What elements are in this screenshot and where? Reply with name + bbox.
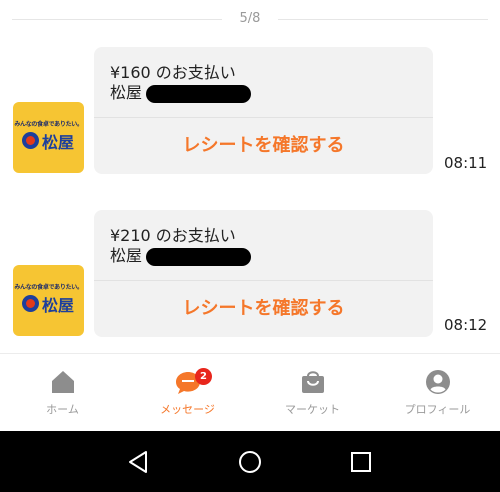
tab-label: プロフィール (404, 403, 471, 416)
store-name: 松屋 (110, 246, 433, 266)
payment-bubble: ¥160 のお支払い 松屋 レシートを確認する (94, 47, 433, 174)
logo-tagline: みんなの食卓でありたい。 (14, 284, 83, 291)
logo-text: 松屋 (42, 133, 75, 152)
system-nav-bar (0, 431, 500, 492)
bottom-tab-bar: ホーム 2 メッセージ マーケット プロフィール (0, 353, 500, 431)
separator-line-right (278, 19, 488, 20)
redaction-mark (146, 248, 251, 266)
profile-icon (426, 370, 450, 394)
store-avatar[interactable]: みんなの食卓でありたい。 松屋 (13, 102, 84, 173)
view-receipt-button[interactable]: レシートを確認する (94, 281, 433, 337)
home-circle-icon[interactable] (235, 447, 265, 477)
tab-home[interactable]: ホーム (0, 354, 125, 432)
payment-amount: ¥210 のお支払い (110, 226, 236, 245)
logo-mark-icon (22, 295, 39, 312)
recents-icon[interactable] (346, 447, 376, 477)
redaction-mark (146, 85, 251, 103)
date-separator: 5/8 (0, 0, 500, 40)
payment-amount: ¥160 のお支払い (110, 63, 236, 82)
tab-label: ホーム (46, 403, 79, 416)
store-avatar[interactable]: みんなの食卓でありたい。 松屋 (13, 265, 84, 336)
store-name-text: 松屋 (110, 246, 143, 265)
store-name: 松屋 (110, 83, 433, 103)
logo-tagline: みんなの食卓でありたい。 (14, 121, 83, 128)
tab-messages[interactable]: 2 メッセージ (125, 354, 250, 432)
message-time: 08:12 (444, 316, 488, 334)
tab-label: マーケット (285, 403, 340, 416)
view-receipt-button[interactable]: レシートを確認する (94, 118, 433, 174)
tab-label: メッセージ (160, 403, 215, 416)
home-icon (52, 371, 74, 393)
tab-profile[interactable]: プロフィール (375, 354, 500, 432)
message-time: 08:11 (444, 154, 488, 172)
payment-bubble: ¥210 のお支払い 松屋 レシートを確認する (94, 210, 433, 337)
unread-badge: 2 (195, 368, 212, 385)
store-name-text: 松屋 (110, 83, 143, 102)
logo-mark-icon (22, 132, 39, 149)
tab-market[interactable]: マーケット (250, 354, 375, 432)
logo-text: 松屋 (42, 296, 75, 315)
shopping-bag-icon (302, 371, 324, 393)
back-icon[interactable] (124, 447, 154, 477)
